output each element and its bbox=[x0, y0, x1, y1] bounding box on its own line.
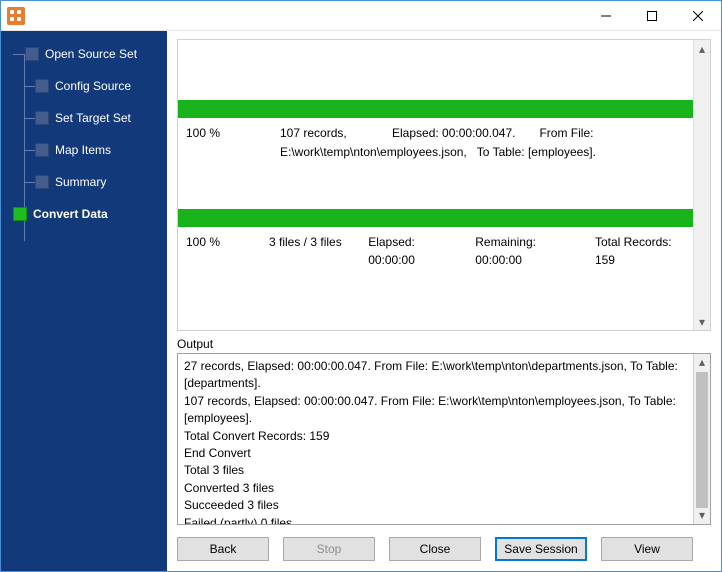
output-line: 27 records, Elapsed: 00:00:00.047. From … bbox=[184, 358, 688, 393]
output-line: Total Convert Records: 159 bbox=[184, 428, 688, 445]
total-progress-info: 100 % 3 files / 3 files Elapsed: 00:00:0… bbox=[178, 227, 693, 269]
stop-button: Stop bbox=[283, 537, 375, 561]
step-label: Summary bbox=[55, 175, 106, 189]
output-scrollbar[interactable]: ▴ ▾ bbox=[693, 354, 710, 524]
view-button[interactable]: View bbox=[601, 537, 693, 561]
panel-scrollbar[interactable]: ▴ ▾ bbox=[693, 40, 710, 330]
file-from-to: E:\work\temp\nton\employees.json, To Tab… bbox=[280, 143, 685, 162]
step-summary[interactable]: Summary bbox=[25, 171, 167, 193]
total-records: Total Records: 159 bbox=[595, 233, 685, 269]
close-button[interactable] bbox=[675, 1, 721, 31]
file-from-label: From File: bbox=[539, 124, 593, 143]
step-label: Config Source bbox=[55, 79, 131, 93]
step-label: Convert Data bbox=[33, 207, 108, 221]
total-progress-bar bbox=[178, 209, 693, 227]
output-line: Total 3 files bbox=[184, 462, 688, 479]
total-files: 3 files / 3 files bbox=[269, 233, 348, 269]
step-label: Map Items bbox=[55, 143, 111, 157]
file-progress-info: 100 % 107 records, Elapsed: 00:00:00.047… bbox=[178, 118, 693, 161]
close-wizard-button[interactable]: Close bbox=[389, 537, 481, 561]
titlebar bbox=[1, 1, 721, 31]
output-line: Succeeded 3 files bbox=[184, 497, 688, 514]
scroll-up-icon[interactable]: ▴ bbox=[694, 40, 710, 57]
file-elapsed: Elapsed: 00:00:00.047. bbox=[392, 124, 515, 143]
minimize-icon bbox=[601, 11, 611, 21]
total-percent: 100 % bbox=[186, 233, 249, 269]
total-elapsed: Elapsed: 00:00:00 bbox=[368, 233, 455, 269]
main-panel: 100 % 107 records, Elapsed: 00:00:00.047… bbox=[167, 31, 721, 571]
step-config-source[interactable]: Config Source bbox=[25, 75, 167, 97]
file-records: 107 records, bbox=[280, 124, 368, 143]
scroll-up-icon[interactable]: ▴ bbox=[694, 354, 710, 371]
maximize-icon bbox=[647, 11, 657, 21]
output-textarea[interactable]: 27 records, Elapsed: 00:00:00.047. From … bbox=[177, 353, 711, 525]
app-window: Open Source Set Config Source Set Target… bbox=[0, 0, 722, 572]
step-label: Set Target Set bbox=[55, 111, 131, 125]
minimize-button[interactable] bbox=[583, 1, 629, 31]
wizard-sidebar: Open Source Set Config Source Set Target… bbox=[1, 31, 167, 571]
progress-panel: 100 % 107 records, Elapsed: 00:00:00.047… bbox=[177, 39, 711, 331]
app-icon bbox=[7, 7, 25, 25]
output-line: Failed (partly) 0 files bbox=[184, 515, 688, 525]
output-line: Converted 3 files bbox=[184, 480, 688, 497]
scroll-down-icon[interactable]: ▾ bbox=[694, 507, 710, 524]
file-progress-bar bbox=[178, 100, 693, 118]
step-convert-data[interactable]: Convert Data bbox=[13, 203, 167, 225]
maximize-button[interactable] bbox=[629, 1, 675, 31]
save-session-button[interactable]: Save Session bbox=[495, 537, 587, 561]
total-remaining: Remaining: 00:00:00 bbox=[475, 233, 575, 269]
step-open-source-set[interactable]: Open Source Set bbox=[13, 43, 167, 65]
step-label: Open Source Set bbox=[45, 47, 137, 61]
step-set-target-set[interactable]: Set Target Set bbox=[25, 107, 167, 129]
body: Open Source Set Config Source Set Target… bbox=[1, 31, 721, 571]
output-label: Output bbox=[177, 337, 711, 351]
button-bar: Back Stop Close Save Session View bbox=[167, 533, 721, 571]
close-icon bbox=[693, 11, 703, 21]
output-line: 107 records, Elapsed: 00:00:00.047. From… bbox=[184, 393, 688, 428]
step-map-items[interactable]: Map Items bbox=[25, 139, 167, 161]
file-percent: 100 % bbox=[186, 124, 256, 143]
output-line: End Convert bbox=[184, 445, 688, 462]
back-button[interactable]: Back bbox=[177, 537, 269, 561]
scroll-down-icon[interactable]: ▾ bbox=[694, 313, 710, 330]
